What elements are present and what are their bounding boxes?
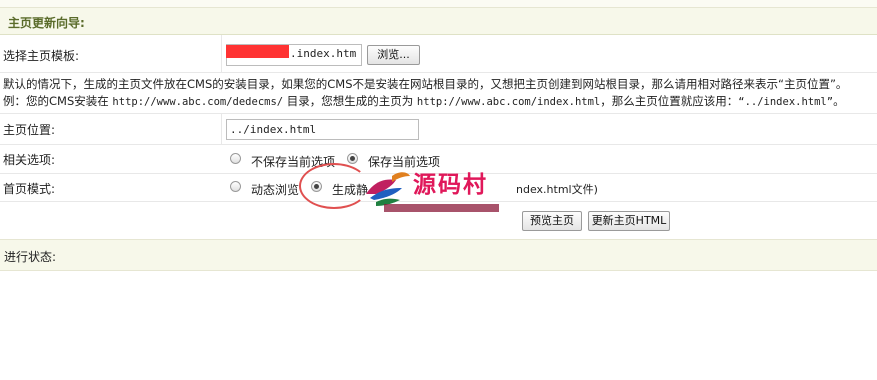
wizard-header: 主页更新向导: bbox=[0, 8, 877, 35]
page-title: 主页更新向导: bbox=[8, 16, 85, 30]
top-strip bbox=[0, 0, 877, 8]
no-save-radio[interactable] bbox=[230, 153, 241, 164]
browse-button[interactable]: 浏览... bbox=[367, 45, 420, 65]
help-notice: 默认的情况下，生成的主页文件放在CMS的安装目录，如果您的CMS不是安装在网站根… bbox=[3, 76, 877, 111]
dynamic-mode-label: 动态浏览 bbox=[251, 183, 300, 197]
dynamic-mode-radio[interactable] bbox=[230, 181, 241, 192]
template-file-value: .index.htm bbox=[290, 47, 357, 60]
update-home-html-button[interactable]: 更新主页HTML bbox=[588, 211, 670, 231]
position-label: 主页位置: bbox=[3, 123, 56, 137]
template-label: 选择主页模板: bbox=[3, 49, 80, 63]
mode-label: 首页模式: bbox=[3, 182, 56, 196]
status-label: 进行状态: bbox=[4, 250, 57, 264]
divider bbox=[221, 35, 222, 72]
status-row: 进行状态: bbox=[0, 239, 877, 271]
notice-line-2: 例：您的CMS安装在 http://www.abc.com/dedecms/ 目… bbox=[3, 94, 845, 108]
watermark-url-strip bbox=[384, 204, 499, 212]
position-row: 主页位置: bbox=[0, 114, 877, 145]
options-label: 相关选项: bbox=[3, 153, 56, 167]
redacted-path bbox=[226, 45, 289, 58]
preview-home-button[interactable]: 预览主页 bbox=[522, 211, 582, 231]
save-radio[interactable] bbox=[347, 153, 358, 164]
static-mode-label-tail: ndex.html文件) bbox=[516, 183, 598, 196]
annotation-circle bbox=[299, 163, 369, 209]
home-position-input[interactable]: ../index.html bbox=[226, 119, 419, 140]
watermark-text: 源码村 bbox=[413, 172, 488, 198]
template-row: 选择主页模板: bbox=[0, 35, 877, 73]
notice-line-1: 默认的情况下，生成的主页文件放在CMS的安装目录，如果您的CMS不是安装在网站根… bbox=[3, 77, 848, 91]
